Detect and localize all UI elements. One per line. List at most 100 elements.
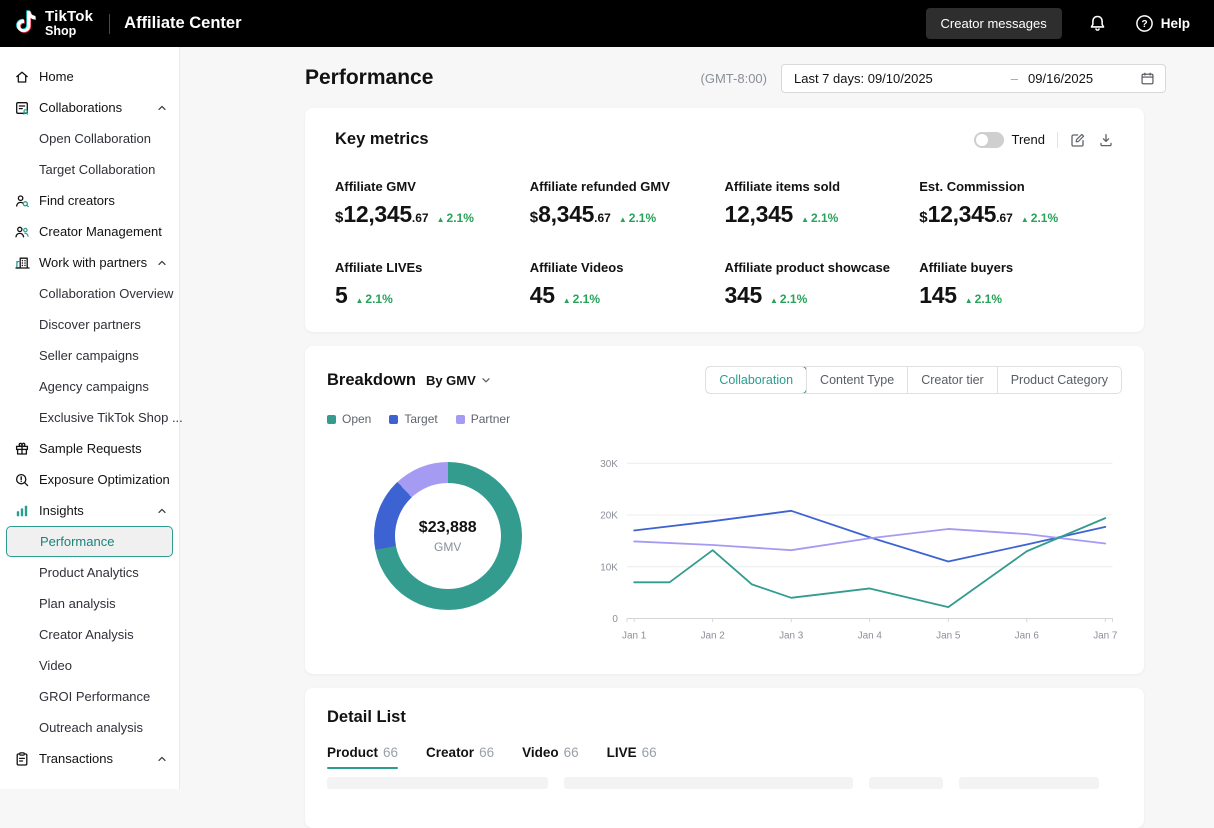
topbar-divider: [109, 14, 110, 34]
up-triangle-icon: ▲: [801, 215, 809, 224]
chevron-up-icon: [157, 754, 167, 764]
sidebar-item-exclusive-tiktok-shop[interactable]: Exclusive TikTok Shop ...: [0, 402, 179, 433]
sidebar-item-exposure-optimization[interactable]: Exposure Optimization: [0, 464, 179, 495]
svg-text:Jan 7: Jan 7: [1094, 630, 1119, 641]
sidebar-item-work-with-partners[interactable]: Work with partners: [0, 247, 179, 278]
sidebar-item-groi-performance[interactable]: GROI Performance: [0, 681, 179, 712]
brand-text: TikTok Shop: [45, 9, 93, 37]
sidebar-item-sample-requests[interactable]: Sample Requests: [0, 433, 179, 464]
app-title: Affiliate Center: [124, 14, 241, 33]
sidebar-item-target-collaboration[interactable]: Target Collaboration: [0, 154, 179, 185]
change-badge: ▲2.1%: [356, 292, 393, 306]
sidebar-item-performance[interactable]: Performance: [6, 526, 173, 557]
tab-live[interactable]: LIVE 66: [607, 745, 657, 769]
svg-text:20K: 20K: [601, 511, 619, 522]
svg-text:Jan 2: Jan 2: [701, 630, 726, 641]
main-content: Performance (GMT-8:00) Last 7 days: 09/1…: [180, 47, 1214, 789]
metric-affiliate-gmv: Affiliate GMV $12,345.67 ▲2.1%: [335, 179, 530, 228]
transactions-icon: [14, 751, 30, 767]
up-triangle-icon: ▲: [563, 296, 571, 305]
donut-center: $23,888 GMV: [395, 483, 501, 589]
breakdown-title: Breakdown: [327, 371, 416, 390]
change-badge: ▲2.1%: [801, 211, 838, 225]
change-badge: ▲2.1%: [619, 211, 656, 225]
legend-target: Target: [389, 412, 437, 426]
gift-icon: [14, 441, 30, 457]
legend-partner: Partner: [456, 412, 510, 426]
sidebar-item-discover-partners[interactable]: Discover partners: [0, 309, 179, 340]
sidebar-item-outreach-analysis[interactable]: Outreach analysis: [0, 712, 179, 743]
detail-list-card: Detail List Product 66 Creator 66 Video …: [305, 688, 1144, 828]
svg-text:Jan 3: Jan 3: [780, 630, 805, 641]
edit-metrics-button[interactable]: [1070, 132, 1086, 148]
svg-text:?: ?: [1141, 19, 1147, 30]
sidebar-item-agency-campaigns[interactable]: Agency campaigns: [0, 371, 179, 402]
date-range-picker[interactable]: Last 7 days: 09/10/2025 – 09/16/2025: [781, 64, 1166, 93]
sidebar-item-find-creators[interactable]: Find creators: [0, 185, 179, 216]
insights-icon: [14, 503, 30, 519]
tab-collaboration[interactable]: Collaboration: [705, 366, 807, 394]
sidebar-item-collaborations[interactable]: Collaborations: [0, 92, 179, 123]
key-metrics-card: Key metrics Trend Affiliate GMV: [305, 108, 1144, 332]
home-icon: [14, 69, 30, 85]
trend-toggle[interactable]: [974, 132, 1004, 148]
up-triangle-icon: ▲: [965, 296, 973, 305]
sidebar-item-creator-analysis[interactable]: Creator Analysis: [0, 619, 179, 650]
sidebar-item-transactions[interactable]: Transactions: [0, 743, 179, 774]
sidebar-item-insights[interactable]: Insights: [0, 495, 179, 526]
key-metrics-title: Key metrics: [335, 130, 429, 149]
bell-icon: [1088, 14, 1107, 33]
legend-swatch-target: [389, 415, 398, 424]
metric-affiliate-items-sold: Affiliate items sold 12,345 ▲2.1%: [725, 179, 920, 228]
table-skeleton: [327, 777, 1122, 789]
change-badge: ▲2.1%: [965, 292, 1002, 306]
topbar: TikTok Shop Affiliate Center Creator mes…: [0, 0, 1214, 47]
up-triangle-icon: ▲: [619, 215, 627, 224]
breakdown-dimension-select[interactable]: By GMV: [426, 373, 491, 388]
tab-creator[interactable]: Creator 66: [426, 745, 494, 769]
metric-affiliate-videos: Affiliate Videos 45 ▲2.1%: [530, 260, 725, 309]
tiktok-shop-logo[interactable]: TikTok Shop: [12, 9, 93, 38]
metric-affiliate-buyers: Affiliate buyers 145 ▲2.1%: [919, 260, 1114, 309]
sidebar-item-plan-analysis[interactable]: Plan analysis: [0, 588, 179, 619]
detail-list-tabs: Product 66 Creator 66 Video 66 LIVE 66: [327, 745, 1122, 769]
chevron-up-icon: [157, 103, 167, 113]
gmv-donut-chart[interactable]: $23,888 GMV: [374, 462, 522, 610]
help-icon: ?: [1135, 14, 1154, 33]
metric-affiliate-refunded-gmv: Affiliate refunded GMV $8,345.67 ▲2.1%: [530, 179, 725, 228]
metric-affiliate-product-showcase: Affiliate product showcase 345 ▲2.1%: [725, 260, 920, 309]
sidebar-item-collaboration-overview[interactable]: Collaboration Overview: [0, 278, 179, 309]
chart-legend: Open Target Partner: [327, 412, 1122, 426]
tab-product-category[interactable]: Product Category: [997, 367, 1121, 393]
help-button[interactable]: ? Help: [1135, 14, 1190, 33]
creator-messages-button[interactable]: Creator messages: [926, 8, 1062, 39]
up-triangle-icon: ▲: [770, 296, 778, 305]
svg-text:Jan 1: Jan 1: [622, 630, 647, 641]
sidebar-item-home[interactable]: Home: [0, 61, 179, 92]
svg-text:10K: 10K: [601, 562, 619, 573]
exposure-optimization-icon: [14, 472, 30, 488]
timezone-label: (GMT-8:00): [701, 71, 767, 86]
tiktok-note-icon: [12, 9, 38, 38]
tab-product[interactable]: Product 66: [327, 745, 398, 769]
creator-management-icon: [14, 224, 30, 240]
sidebar-item-seller-campaigns[interactable]: Seller campaigns: [0, 340, 179, 371]
svg-text:30K: 30K: [601, 459, 619, 470]
collaborations-icon: [14, 100, 30, 116]
sidebar-item-product-analytics[interactable]: Product Analytics: [0, 557, 179, 588]
notifications-button[interactable]: [1088, 14, 1107, 33]
skeleton-bar: [869, 777, 943, 789]
sidebar-item-open-collaboration[interactable]: Open Collaboration: [0, 123, 179, 154]
tab-creator-tier[interactable]: Creator tier: [907, 367, 997, 393]
tab-content-type[interactable]: Content Type: [806, 367, 907, 393]
download-metrics-button[interactable]: [1098, 132, 1114, 148]
sidebar-item-video[interactable]: Video: [0, 650, 179, 681]
gmv-trend-line-chart[interactable]: 010K20K30KJan 1Jan 2Jan 3Jan 4Jan 5Jan 6…: [580, 440, 1122, 658]
page-title: Performance: [305, 66, 433, 90]
change-badge: ▲2.1%: [563, 292, 600, 306]
change-badge: ▲2.1%: [437, 211, 474, 225]
tab-video[interactable]: Video 66: [522, 745, 579, 769]
sidebar-item-creator-management[interactable]: Creator Management: [0, 216, 179, 247]
chevron-down-icon: [481, 375, 491, 385]
breakdown-card: Breakdown By GMV Collaboration Content T…: [305, 346, 1144, 674]
